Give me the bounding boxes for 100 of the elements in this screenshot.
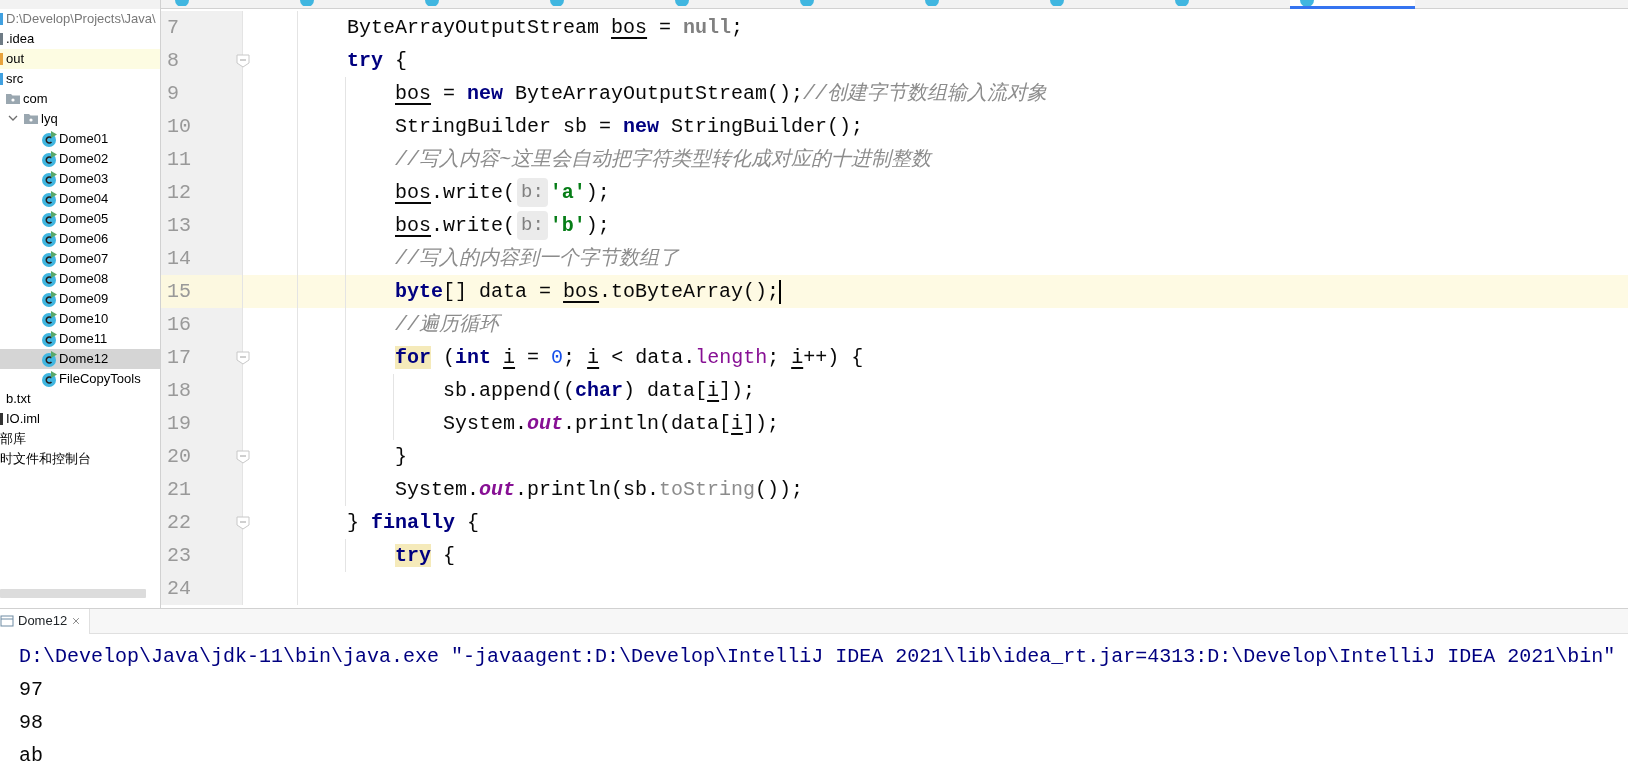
- class-icon: [1050, 0, 1064, 6]
- fold-icon[interactable]: [236, 54, 250, 68]
- code-text: 'a');: [549, 179, 610, 206]
- class-icon: [41, 191, 57, 207]
- class-icon: [41, 271, 57, 287]
- tree-item[interactable]: Dome06: [59, 230, 109, 248]
- class-icon: [300, 0, 314, 6]
- tree-item[interactable]: FileCopyTools: [59, 370, 141, 388]
- class-icon: [925, 0, 939, 6]
- line-number: 19: [166, 410, 191, 437]
- code-text: //写入内容~这里会自动把字符类型转化成对应的十进制整数: [395, 146, 931, 173]
- line-number: 11: [166, 146, 191, 173]
- code-text: bos.write(: [395, 212, 516, 239]
- module-icon: [0, 413, 3, 425]
- tab-label: Dome12: [18, 612, 68, 631]
- tree-item[interactable]: IO.iml: [6, 410, 40, 428]
- console-icon: [0, 614, 14, 628]
- close-icon[interactable]: [71, 616, 82, 626]
- class-icon: [425, 0, 439, 6]
- class-icon: [41, 151, 57, 167]
- class-icon: [41, 231, 57, 247]
- code-text: try {: [347, 47, 408, 74]
- code-text: } finally {: [347, 509, 480, 536]
- code-text: bos.write(: [395, 179, 516, 206]
- class-icon: [41, 131, 57, 147]
- code-text: bos = new ByteArrayOutputStream();//创建字节数组输入流对象: [395, 80, 1048, 107]
- class-icon: [41, 251, 57, 267]
- tree-item[interactable]: Dome01: [59, 130, 109, 148]
- code-text: StringBuilder sb = new StringBuilder();: [395, 113, 864, 140]
- line-number: 18: [166, 377, 191, 404]
- console-line: ab: [19, 743, 44, 769]
- code-text: try {: [395, 542, 456, 569]
- class-icon: [41, 311, 57, 327]
- package-icon: [5, 91, 21, 107]
- code-text: //写入的内容到一个字节数组了: [395, 245, 679, 272]
- line-number: 14: [166, 245, 191, 272]
- class-icon: [41, 331, 57, 347]
- class-icon: [800, 0, 814, 6]
- code-text: for (int i = 0; i < data.length; i++) {: [395, 344, 864, 371]
- class-icon: [41, 211, 57, 227]
- editor-tab[interactable]: [1290, 0, 1415, 9]
- tree-item[interactable]: Dome02: [59, 150, 109, 168]
- line-number: 12: [166, 179, 191, 206]
- fold-icon[interactable]: [236, 516, 250, 530]
- tree-item[interactable]: b.txt: [6, 390, 31, 408]
- line-number: 16: [166, 311, 191, 338]
- code-text: ByteArrayOutputStream bos = null;: [347, 14, 744, 41]
- class-icon: [175, 0, 189, 6]
- class-icon: [41, 171, 57, 187]
- package-icon: [23, 111, 39, 127]
- class-icon: [41, 371, 57, 387]
- class-icon: [41, 291, 57, 307]
- code-text: sb.append((char) data[i]);: [443, 377, 756, 404]
- line-number: 9: [166, 80, 179, 107]
- run-tab[interactable]: Dome12: [0, 608, 91, 634]
- tree-item[interactable]: Dome05: [59, 210, 109, 228]
- tree-item[interactable]: Dome10: [59, 310, 109, 328]
- tree-item[interactable]: Dome03: [59, 170, 109, 188]
- tree-item[interactable]: Dome11: [59, 330, 108, 348]
- line-number: 10: [166, 113, 191, 140]
- line-number: 8: [166, 47, 179, 74]
- tree-item[interactable]: src: [6, 70, 24, 88]
- tree-item[interactable]: Dome04: [59, 190, 109, 208]
- tree-item[interactable]: 时文件和控制台: [0, 450, 91, 468]
- tree-item[interactable]: com: [23, 90, 48, 108]
- line-number: 23: [166, 542, 191, 569]
- tree-item[interactable]: lyq: [41, 110, 58, 128]
- code-text: System.out.println(data[i]);: [443, 410, 780, 437]
- line-number: 22: [166, 509, 191, 536]
- parameter-hint: b:: [517, 178, 548, 207]
- console-line: D:\Develop\Java\jdk-11\bin\java.exe "-javaagent:D:\Develop\IntelliJ IDEA 2021\lib\idea_rt.jar=4313:D:\Develop\IntelliJ IDEA 2021\bin": [19, 644, 1617, 670]
- line-number: 24: [166, 575, 191, 602]
- console-line: 97: [19, 677, 44, 703]
- tree-item[interactable]: 部库: [0, 430, 26, 448]
- class-icon: [550, 0, 564, 6]
- line-number: 7: [166, 14, 179, 41]
- tree-item[interactable]: Dome08: [59, 270, 109, 288]
- code-text: 'b');: [549, 212, 610, 239]
- class-icon: [1175, 0, 1189, 6]
- fold-icon[interactable]: [236, 450, 250, 464]
- parameter-hint: b:: [517, 211, 548, 240]
- folder-icon: [0, 53, 3, 65]
- line-number: 15: [166, 278, 191, 305]
- tree-item[interactable]: out: [6, 50, 25, 68]
- tree-item[interactable]: .idea: [6, 30, 35, 48]
- console-line: 98: [19, 710, 44, 736]
- line-number: 21: [166, 476, 191, 503]
- code-text: byte[] data = bos.toByteArray();: [395, 278, 780, 305]
- tree-item[interactable]: Dome07: [59, 250, 109, 268]
- line-number: 20: [166, 443, 191, 470]
- scrollbar[interactable]: [0, 589, 146, 598]
- tree-item[interactable]: Dome09: [59, 290, 109, 308]
- folder-icon: [0, 73, 3, 85]
- fold-icon[interactable]: [236, 351, 250, 365]
- folder-icon: [0, 13, 3, 25]
- line-number: 17: [166, 344, 191, 371]
- tree-item[interactable]: D:\Develop\Projects\Java\: [6, 10, 156, 28]
- line-number: 13: [166, 212, 191, 239]
- text-caret: [779, 279, 782, 304]
- class-icon: [41, 351, 57, 367]
